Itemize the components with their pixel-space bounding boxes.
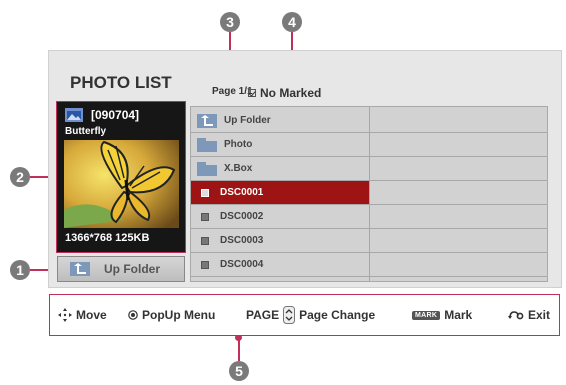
list-item-label: Photo (224, 139, 253, 150)
up-arrow-icon (70, 262, 90, 276)
page-up-down-icon (283, 306, 296, 324)
exit-hint: Exit (508, 295, 550, 335)
butterfly-thumbnail (64, 140, 179, 228)
list-cell-empty (370, 253, 548, 277)
dpad-arrows-icon (58, 308, 72, 322)
page-key-label: PAGE (246, 308, 280, 322)
list-item-label: DSC0003 (220, 235, 264, 246)
popup-hint: PopUp Menu (128, 295, 215, 335)
marked-status-label: No Marked (260, 86, 322, 100)
list-item-file-selected[interactable]: DSC0001 (191, 181, 369, 205)
callout-1: 1 (10, 260, 30, 280)
list-cell-empty (370, 229, 548, 253)
list-item-label: DSC0004 (220, 259, 264, 270)
move-hint: Move (58, 295, 107, 335)
list-item-file[interactable]: DSC0004 (191, 253, 369, 277)
preview-photo-name: Butterfly (65, 126, 107, 137)
popup-menu-label: PopUp Menu (142, 308, 216, 322)
preview-folder-date: [090704] (91, 108, 140, 122)
exit-label: Exit (528, 308, 551, 322)
callout-5-leader (238, 338, 240, 361)
callout-5: 5 (229, 361, 249, 381)
folder-photo-icon (65, 108, 83, 122)
list-item-folder[interactable]: X.Box (191, 157, 369, 181)
callout-4: 4 (282, 12, 302, 32)
mark-checkbox-icon[interactable] (201, 212, 209, 221)
page-title: PHOTO LIST (70, 73, 172, 92)
list-item-label: DSC0001 (220, 187, 264, 198)
up-folder-button[interactable]: Up Folder (57, 256, 185, 282)
list-cell-empty (370, 181, 548, 205)
callout-3: 3 (220, 12, 240, 32)
mark-checkbox-icon[interactable] (201, 260, 209, 269)
move-label: Move (76, 308, 107, 322)
callout-2: 2 (10, 167, 30, 187)
page-change-label: Page Change (299, 308, 376, 322)
mark-key-badge: MARK (412, 310, 441, 320)
folder-icon (197, 137, 217, 152)
page-change-hint: PAGE Page Change (246, 295, 375, 335)
list-item-label: Up Folder (224, 115, 271, 126)
list-item-file[interactable]: DSC0003 (191, 229, 369, 253)
marked-status: No Marked (248, 86, 321, 100)
control-bar: Move PopUp Menu PAGE Page Change MARK Ma… (49, 294, 560, 336)
mark-hint: MARK Mark (412, 295, 472, 335)
list-cell-empty (370, 133, 548, 157)
preview-resolution-size: 1366*768 125KB (65, 232, 150, 244)
mark-checkbox-icon[interactable] (201, 188, 209, 197)
up-folder-icon (197, 113, 217, 128)
file-list: Up Folder Photo X.Box DSC0001 DSC0002 DS… (190, 106, 548, 282)
up-folder-button-label: Up Folder (104, 262, 160, 276)
list-item-folder[interactable]: Photo (191, 133, 369, 157)
mark-checkbox-icon[interactable] (201, 236, 209, 245)
list-item-file[interactable]: DSC0002 (191, 205, 369, 229)
folder-icon (197, 161, 217, 176)
list-cell-empty (370, 109, 548, 133)
photo-preview: [090704] Butterfly 1366*768 125KB (56, 101, 186, 253)
checkbox-icon (248, 89, 256, 97)
list-cell-empty (370, 157, 548, 181)
page-indicator: Page 1/1 (212, 86, 253, 97)
list-cell-empty (370, 205, 548, 229)
back-exit-icon (508, 311, 524, 320)
mark-label: Mark (444, 308, 473, 322)
list-item-up-folder[interactable]: Up Folder (191, 109, 369, 133)
list-item-label: X.Box (224, 163, 253, 174)
list-item-label: DSC0002 (220, 211, 264, 222)
preview-header: [090704] (65, 108, 139, 122)
ok-button-icon (128, 310, 138, 320)
